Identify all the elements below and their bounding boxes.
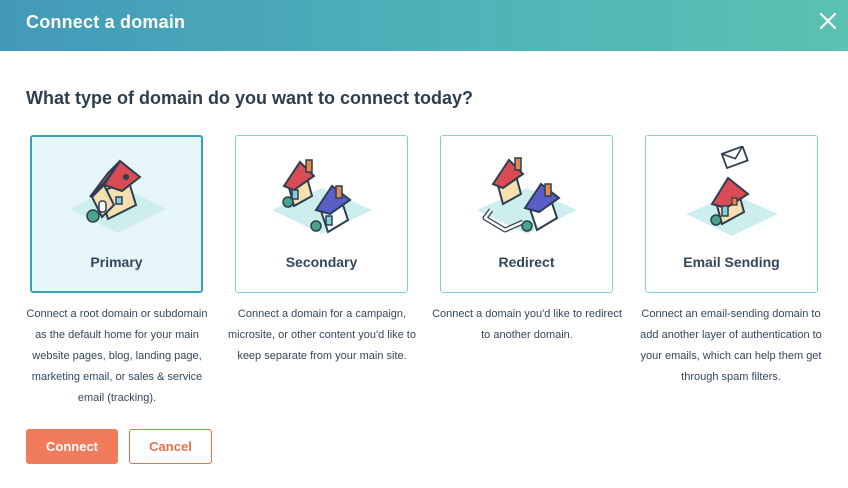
option-card-primary[interactable]: Primary: [30, 135, 203, 293]
close-icon[interactable]: [818, 11, 838, 31]
option-description-redirect: Connect a domain you'd like to redirect …: [432, 308, 622, 341]
option-description-email-sending: Connect an email-sending domain to add a…: [640, 308, 822, 383]
option-card-redirect[interactable]: Redirect: [440, 135, 613, 293]
dialog-title: Connect a domain: [26, 12, 186, 32]
option-card-secondary[interactable]: Secondary: [235, 135, 408, 293]
option-description-primary: Connect a root domain or subdomain as th…: [26, 308, 208, 404]
two-houses-icon: [272, 159, 372, 234]
option-label-secondary: Secondary: [285, 254, 358, 270]
house-envelope-icon: [686, 146, 778, 236]
dialog-header: Connect a domain: [0, 0, 848, 51]
redirect-houses-icon: [477, 157, 577, 234]
connect-button[interactable]: Connect: [26, 429, 118, 464]
house-icon: [70, 159, 166, 233]
option-label-email-sending: Email Sending: [683, 254, 780, 270]
cancel-button[interactable]: Cancel: [129, 429, 212, 464]
option-label-redirect: Redirect: [498, 254, 555, 270]
option-label-primary: Primary: [90, 254, 143, 270]
question-heading: What type of domain do you want to conne…: [26, 88, 473, 108]
option-card-email-sending[interactable]: Email Sending: [645, 135, 818, 293]
option-description-secondary: Connect a domain for a campaign, microsi…: [228, 308, 416, 362]
